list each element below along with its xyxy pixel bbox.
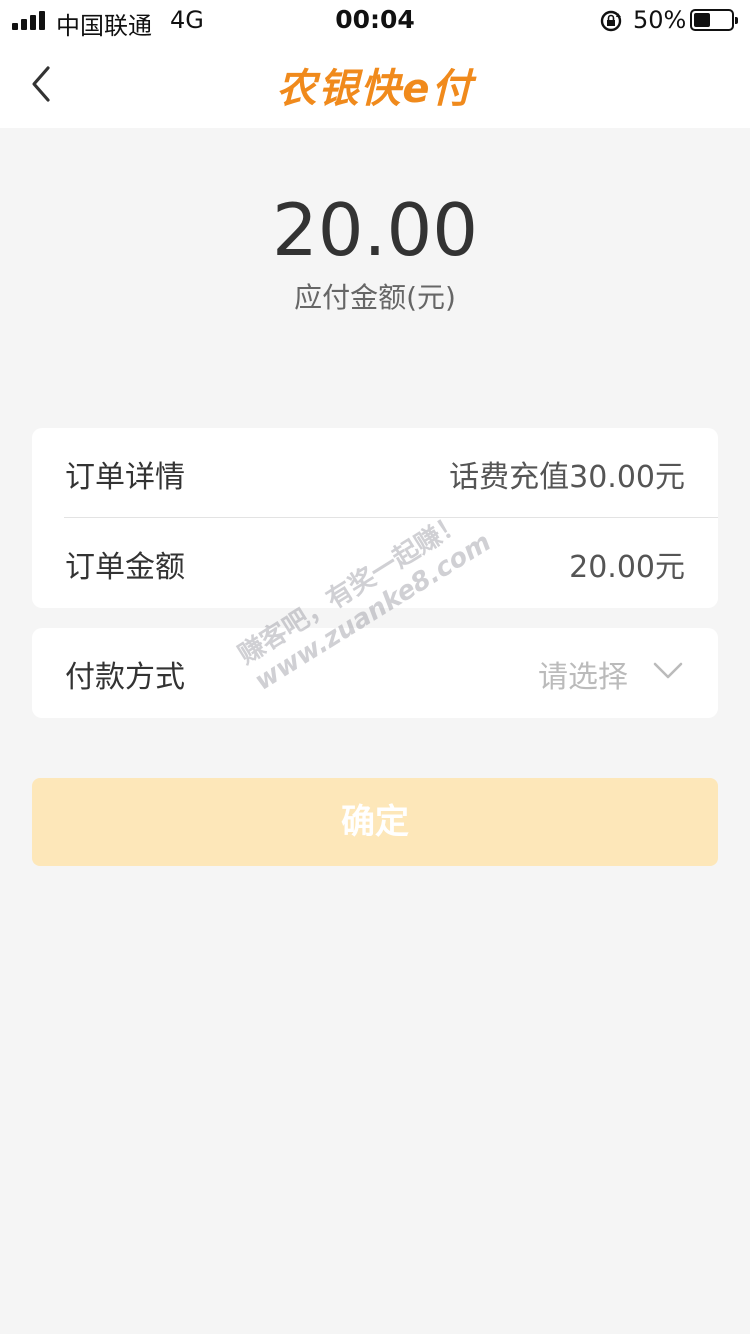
order-detail-value: 话费充值30.00元 bbox=[449, 460, 685, 495]
payment-method-select[interactable]: 付款方式 请选择 bbox=[32, 628, 718, 718]
battery-icon bbox=[690, 9, 738, 31]
order-detail-label: 订单详情 bbox=[65, 460, 185, 495]
lock-rotation-icon bbox=[600, 10, 622, 32]
order-amount-value: 20.00元 bbox=[569, 550, 685, 585]
payment-method-label: 付款方式 bbox=[65, 660, 185, 695]
payment-method-card: 付款方式 请选择 bbox=[32, 628, 718, 718]
payable-amount: 20.00 bbox=[271, 188, 479, 272]
amount-summary: 20.00 应付金额(元) bbox=[0, 190, 750, 316]
status-bar: 中国联通 4G 00:04 50% bbox=[0, 0, 750, 40]
confirm-button[interactable]: 确定 bbox=[32, 778, 718, 866]
chevron-down-icon bbox=[653, 662, 683, 679]
battery-percent: 50% bbox=[633, 6, 687, 34]
order-card: 订单详情 话费充值30.00元 订单金额 20.00元 bbox=[32, 428, 718, 608]
payable-amount-label: 应付金额(元) bbox=[294, 281, 456, 314]
brand-logo: 农银快e付 bbox=[276, 66, 474, 112]
order-amount-row: 订单金额 20.00元 bbox=[32, 518, 718, 608]
payment-method-placeholder: 请选择 bbox=[538, 660, 628, 695]
nav-bar: 农银快e付 bbox=[0, 40, 750, 128]
order-detail-row: 订单详情 话费充值30.00元 bbox=[32, 428, 718, 518]
order-amount-label: 订单金额 bbox=[65, 550, 185, 585]
